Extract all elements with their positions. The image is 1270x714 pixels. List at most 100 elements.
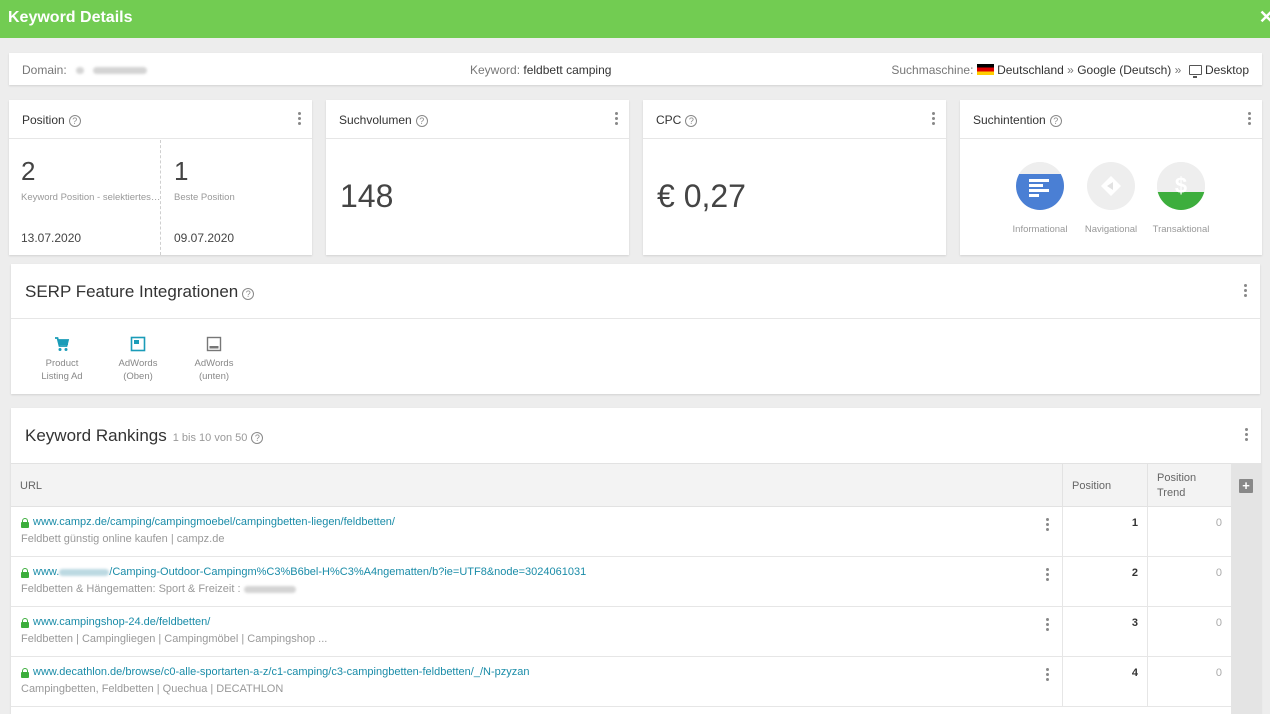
- more-menu-icon[interactable]: [298, 112, 302, 126]
- row-menu-icon[interactable]: [1046, 518, 1050, 532]
- intent-navigational: Navigational: [1076, 162, 1146, 235]
- search-volume-card: Suchvolumen? 148: [326, 100, 629, 255]
- ranking-url-link[interactable]: www.campz.de/camping/campingmoebel/campi…: [33, 516, 395, 528]
- row-menu-icon[interactable]: [1046, 618, 1050, 632]
- engine-value: Google: [1077, 63, 1116, 77]
- position-card: Position? 2 Keyword Position - selektier…: [9, 100, 312, 255]
- table-row: www.decathlon.de/browse/c0-alle-sportart…: [11, 657, 1231, 707]
- intent-label: Transaktional: [1152, 224, 1210, 235]
- help-icon[interactable]: ?: [251, 432, 264, 444]
- best-position-label: Beste Position: [174, 192, 235, 203]
- title-bar: Keyword Details ✕: [0, 0, 1270, 38]
- feature-label: Listing Ad: [41, 371, 83, 382]
- column-header-label: Trend: [1157, 487, 1186, 499]
- dialog-title: Keyword Details: [8, 9, 133, 26]
- cart-icon: [32, 336, 92, 352]
- dollar-icon: $: [1157, 162, 1205, 210]
- lock-icon: [21, 518, 29, 528]
- current-position-value: 2: [21, 156, 36, 186]
- row-menu-icon[interactable]: [1046, 568, 1050, 582]
- search-intent-card: Suchintention? Informational Navigationa…: [960, 100, 1262, 255]
- best-position: 1 Beste Position 09.07.2020: [162, 140, 312, 255]
- lock-icon: [21, 568, 29, 578]
- feature-label: AdWords: [118, 358, 158, 369]
- svg-text:$: $: [1175, 173, 1187, 198]
- ranking-url-link[interactable]: www.decathlon.de/browse/c0-alle-sportart…: [33, 666, 529, 678]
- more-menu-icon[interactable]: [615, 112, 619, 126]
- keyword-info: Keyword: feldbett camping: [470, 63, 611, 77]
- search-intent-title: Suchintention: [973, 113, 1046, 127]
- column-header-position[interactable]: Position: [1062, 464, 1147, 508]
- current-position-label: Keyword Position - selektiertes ...: [21, 192, 161, 203]
- feature-label: AdWords: [194, 358, 234, 369]
- intent-label: Informational: [1012, 224, 1068, 235]
- monitor-icon: [1188, 65, 1202, 78]
- search-volume-title: Suchvolumen: [339, 113, 412, 127]
- ranking-trend: 0: [1215, 517, 1222, 529]
- serp-features-card: SERP Feature Integrationen? Product List…: [11, 264, 1260, 394]
- keyword-value: feldbett camping: [523, 63, 612, 77]
- info-bar: Domain: Keyword: feldbett camping Suchma…: [9, 53, 1262, 85]
- domain-value-blurred: [93, 67, 148, 75]
- feature-label: (Oben): [123, 371, 153, 382]
- help-icon[interactable]: ?: [242, 288, 255, 300]
- search-volume-value: 148: [340, 178, 394, 214]
- ranking-url-link[interactable]: www. /Camping-Outdoor-Campingm%C3%B6bel-H…: [33, 566, 586, 578]
- description-blurred: [243, 585, 296, 593]
- intent-informational: Informational: [1005, 162, 1075, 235]
- compass-icon: [1087, 162, 1135, 210]
- current-position-date: 13.07.2020: [21, 231, 82, 245]
- current-position: 2 Keyword Position - selektiertes ... 13…: [9, 140, 161, 255]
- column-header-url[interactable]: URL: [11, 464, 1062, 508]
- lock-icon: [21, 668, 29, 678]
- feature-adwords-top: AdWords (Oben): [108, 336, 168, 383]
- more-menu-icon[interactable]: [932, 112, 936, 126]
- url-prefix: www.: [33, 566, 60, 578]
- divider: [160, 140, 161, 255]
- device-value: Desktop: [1204, 63, 1249, 77]
- best-position-date: 09.07.2020: [174, 231, 235, 245]
- domain-info: Domain:: [22, 63, 148, 77]
- separator: »: [1174, 63, 1182, 77]
- best-position-value: 1: [174, 156, 189, 186]
- rankings-title: Keyword Rankings: [25, 426, 167, 445]
- ranking-position: 3: [1131, 617, 1138, 629]
- germany-flag-icon: [976, 64, 994, 75]
- ranking-description: Feldbett günstig online kaufen | campz.d…: [21, 533, 225, 545]
- ranking-description: Feldbetten & Hängematten: Sport & Freize…: [21, 583, 296, 595]
- serp-features-title: SERP Feature Integrationen: [25, 282, 239, 301]
- column-header-position-trend[interactable]: Position Trend: [1147, 464, 1231, 508]
- language-value: (Deutsch): [1119, 63, 1172, 77]
- more-menu-icon[interactable]: [1248, 112, 1252, 126]
- table-row: www.campz.de/camping/campingmoebel/campi…: [11, 507, 1231, 557]
- table-row: www. /Camping-Outdoor-Campingm%C3%B6bel-H…: [11, 557, 1231, 607]
- intent-transactional: $ Transaktional: [1146, 162, 1216, 235]
- ranking-position: 4: [1131, 667, 1138, 679]
- table-header: URL Position Position Trend: [11, 463, 1231, 508]
- row-menu-icon[interactable]: [1046, 668, 1050, 682]
- close-icon[interactable]: ✕: [1259, 7, 1270, 28]
- more-menu-icon[interactable]: [1244, 284, 1248, 298]
- feature-product-listing-ad: Product Listing Ad: [32, 336, 92, 383]
- search-engine-info: Suchmaschine: Deutschland » Google (Deut…: [891, 63, 1249, 78]
- keyword-rankings-card: Keyword Rankings 1 bis 10 von 50? URL Pos…: [11, 408, 1261, 714]
- url-domain-blurred: [59, 568, 110, 576]
- help-icon[interactable]: ?: [415, 115, 428, 127]
- engine-label: Suchmaschine:: [891, 63, 974, 77]
- more-menu-icon[interactable]: [1245, 428, 1249, 442]
- help-icon[interactable]: ?: [68, 115, 81, 127]
- ranking-position: 2: [1131, 567, 1138, 579]
- keyword-label: Keyword:: [470, 63, 521, 77]
- help-icon[interactable]: ?: [1049, 115, 1062, 127]
- column-header-label: Position: [1157, 472, 1197, 484]
- add-column-icon[interactable]: +: [1239, 479, 1253, 493]
- separator: »: [1067, 63, 1074, 77]
- ranking-description: Feldbetten | Campingliegen | Campingmöbe…: [21, 633, 328, 645]
- ranking-description: Campingbetten, Feldbetten | Quechua | DE…: [21, 683, 284, 695]
- help-icon[interactable]: ?: [685, 115, 698, 127]
- domain-favicon-blurred: [76, 67, 85, 75]
- ranking-url-link[interactable]: www.campingshop-24.de/feldbetten/: [33, 616, 210, 628]
- add-column-strip: +: [1231, 463, 1261, 714]
- rankings-count: 1 bis 10 von 50: [172, 432, 248, 444]
- feature-label: Product: [45, 358, 79, 369]
